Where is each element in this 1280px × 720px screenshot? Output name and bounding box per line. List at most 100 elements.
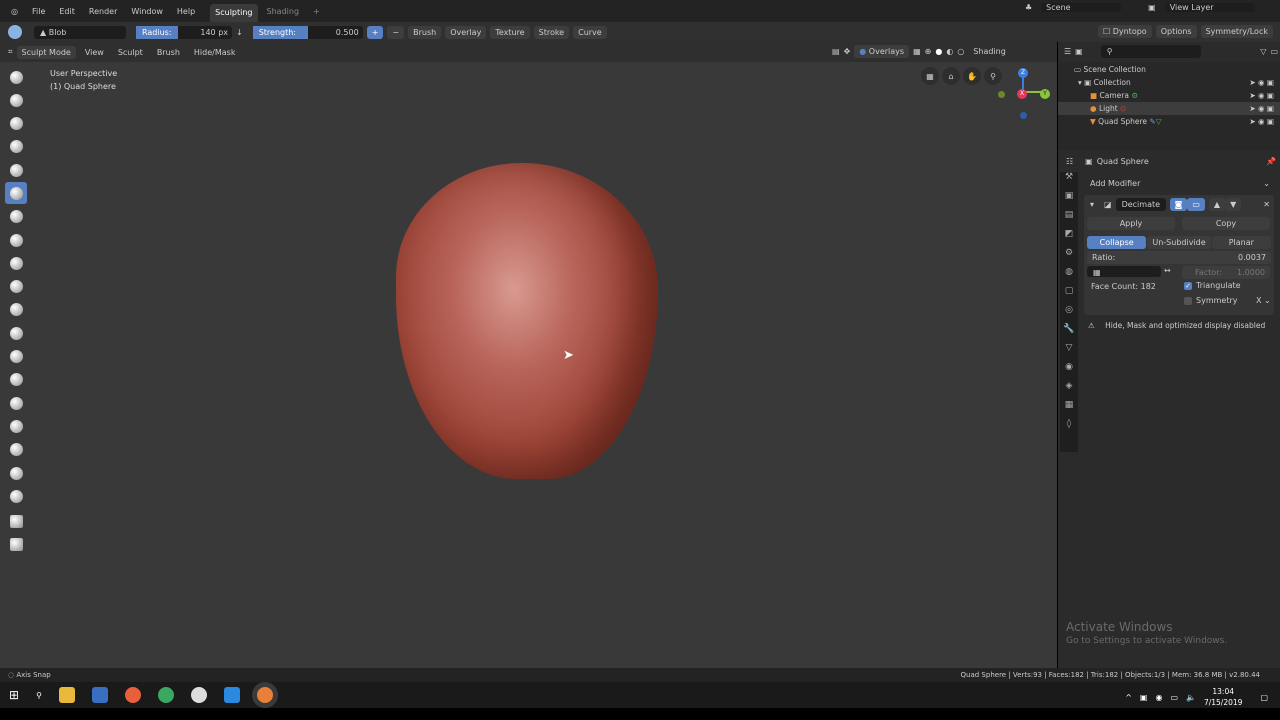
camera-view-icon[interactable]: ⌂	[942, 67, 960, 85]
blender-taskbar-icon[interactable]	[256, 687, 273, 703]
quad-sphere-mesh[interactable]	[396, 163, 658, 479]
modifier-tab-icon[interactable]: 🔧	[1060, 324, 1078, 343]
outliner-editor-icon[interactable]: ☰	[1064, 47, 1071, 56]
notifications-icon[interactable]: ▢	[1260, 693, 1268, 702]
particles-tab-icon[interactable]: ▽	[1060, 343, 1078, 362]
menu-help[interactable]: Help	[172, 7, 200, 16]
object-tab-icon[interactable]: ▢	[1060, 286, 1078, 305]
view-layer-field[interactable]: View Layer	[1164, 3, 1255, 12]
shading-menu[interactable]: Shading	[968, 45, 1011, 58]
tool-tab-icon[interactable]: ⚒	[1060, 172, 1078, 191]
menu-edit[interactable]: Edit	[54, 7, 80, 16]
mode-select[interactable]: Sculpt Mode	[16, 45, 76, 59]
gizmo-x[interactable]: X	[1017, 89, 1027, 99]
planar-mode-button[interactable]: Planar	[1211, 236, 1272, 249]
navigation-gizmo[interactable]: Z X Y	[995, 65, 1050, 123]
outliner-camera[interactable]: ■ Camera ⚙ ➤ ◉ ▣	[1074, 89, 1280, 102]
view-layer-icon[interactable]: ▣	[1143, 3, 1161, 12]
filter-icon[interactable]: ▽	[1260, 47, 1266, 56]
draw-tool[interactable]	[5, 66, 27, 88]
mask-tool[interactable]	[5, 485, 27, 507]
direction-subtract-button[interactable]: −	[387, 25, 405, 39]
firefox-icon[interactable]	[124, 687, 141, 703]
show-viewport-toggle[interactable]: ▭	[1187, 198, 1205, 211]
view-object-types-icon[interactable]: ▤	[832, 47, 840, 56]
ratio-slider[interactable]: Ratio: 0.0037	[1087, 251, 1271, 264]
start-icon[interactable]: ⊞	[9, 688, 19, 702]
thumb-tool[interactable]	[5, 392, 27, 414]
simplify-tool[interactable]	[5, 462, 27, 484]
outliner-quad-sphere[interactable]: ▼ Quad Sphere ✎ ▽ ➤ ◉ ▣	[1074, 115, 1280, 128]
add-workspace-button[interactable]: +	[308, 7, 325, 16]
app-icon[interactable]	[91, 687, 108, 703]
copy-button[interactable]: Copy	[1182, 217, 1270, 230]
scrape-tool[interactable]	[5, 299, 27, 321]
data-tab-icon[interactable]: ◈	[1060, 381, 1078, 400]
pan-hand-icon[interactable]: ✋	[963, 67, 981, 85]
grab-tool[interactable]	[5, 346, 27, 368]
vscode-icon[interactable]	[223, 687, 240, 703]
editor-type-icon[interactable]: ⌗	[8, 47, 13, 57]
invert-vertex-group-icon[interactable]: ↔	[1164, 266, 1171, 275]
gizmo-y[interactable]: Y	[1040, 89, 1050, 99]
flatten-tool[interactable]	[5, 252, 27, 274]
pinch-tool[interactable]	[5, 322, 27, 344]
box-hide-tool[interactable]	[5, 510, 27, 532]
volume-icon[interactable]: 🔈	[1186, 693, 1196, 702]
strength-slider[interactable]: Strength: 0.500	[252, 25, 363, 39]
add-modifier-dropdown[interactable]: Add Modifier ⌄	[1084, 177, 1276, 190]
gizmo-neg-z[interactable]	[1020, 112, 1027, 119]
tray-app-icon[interactable]: ▣	[1140, 693, 1148, 702]
new-collection-icon[interactable]: ▭	[1270, 47, 1278, 56]
curve-menu[interactable]: Curve	[573, 25, 607, 39]
collapse-mode-button[interactable]: Collapse	[1087, 236, 1147, 249]
tab-shading[interactable]: Shading	[262, 7, 305, 16]
properties-editor-icon[interactable]: ☷	[1066, 157, 1073, 166]
outliner-scene-collection[interactable]: ▭ Scene Collection	[1074, 63, 1280, 76]
texture-tab-icon[interactable]: ◊	[1060, 419, 1078, 438]
render-tab-icon[interactable]: ▣	[1060, 191, 1078, 210]
show-render-toggle[interactable]: ◙	[1169, 198, 1188, 211]
menu-file[interactable]: File	[27, 7, 50, 16]
clay-tool[interactable]	[5, 89, 27, 111]
modifier-name-field[interactable]: Decimate	[1115, 198, 1166, 211]
brush-menu-vp[interactable]: Brush	[152, 46, 185, 59]
blob-tool[interactable]	[5, 182, 27, 205]
clay-strips-tool[interactable]	[5, 113, 27, 135]
crease-tool[interactable]	[5, 206, 27, 228]
output-tab-icon[interactable]: ▤	[1060, 210, 1078, 229]
shading-wireframe-icon[interactable]: ⊕	[925, 47, 932, 56]
symmetry-axis-select[interactable]: X ⌄	[1256, 296, 1271, 305]
dyntopo-toggle[interactable]: ☐ Dyntopo	[1098, 25, 1152, 38]
radius-slider[interactable]: Radius: 140 px	[136, 25, 232, 39]
constraints-tab-icon[interactable]: ◉	[1060, 362, 1078, 381]
overlay-menu[interactable]: Overlay	[445, 25, 487, 39]
texture-menu[interactable]: Texture	[490, 25, 530, 39]
fill-tool[interactable]	[5, 276, 27, 298]
overlays-button[interactable]: ● Overlays	[854, 45, 910, 58]
snake-hook-tool[interactable]	[5, 369, 27, 391]
pin-icon[interactable]: 📌	[1266, 157, 1276, 166]
network-icon[interactable]: ▭	[1170, 693, 1178, 702]
outliner-search-input[interactable]: ⚲	[1100, 45, 1201, 58]
direction-add-button[interactable]: +	[366, 25, 384, 39]
gizmo-z[interactable]: Z	[1018, 68, 1028, 78]
box-mask-tool[interactable]	[5, 534, 27, 556]
blender-logo-icon[interactable]: ◎	[6, 7, 23, 16]
brush-menu[interactable]: Brush	[408, 25, 442, 39]
inflate-tool[interactable]	[5, 159, 27, 181]
layer-tool[interactable]	[5, 136, 27, 158]
toggle-camera-grid-icon[interactable]: ▦	[921, 67, 939, 85]
material-tab-icon[interactable]: ▦	[1060, 400, 1078, 419]
display-mode-icon[interactable]: ▣	[1075, 47, 1083, 56]
shading-material-icon[interactable]: ◐	[946, 47, 953, 56]
pressure-icon[interactable]: ↓	[236, 28, 243, 37]
outliner-collection[interactable]: ▾ ▣ Collection ➤ ◉ ▣	[1074, 76, 1280, 89]
world-tab-icon[interactable]: ◍	[1060, 267, 1078, 286]
remove-modifier-icon[interactable]: ✕	[1263, 200, 1270, 209]
sculpt-menu[interactable]: Sculpt	[113, 46, 148, 59]
options-menu[interactable]: Options	[1155, 25, 1197, 38]
clock[interactable]: 13:04 7/15/2019	[1204, 686, 1242, 708]
steam-icon[interactable]: ◉	[1155, 693, 1162, 702]
apply-button[interactable]: Apply	[1087, 217, 1175, 230]
